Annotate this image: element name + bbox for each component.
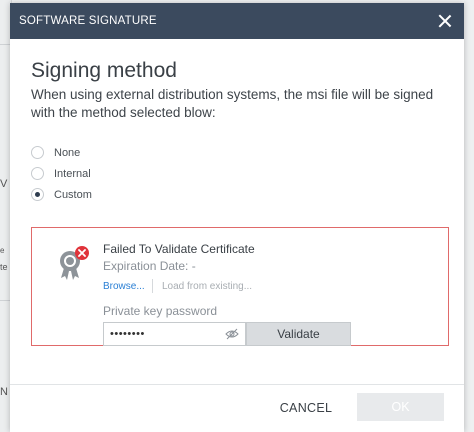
radio-button[interactable] xyxy=(31,167,44,180)
radio-option-internal[interactable]: Internal xyxy=(31,167,91,180)
load-existing-link[interactable]: Load from existing... xyxy=(162,281,252,292)
close-icon[interactable] xyxy=(436,12,454,30)
dialog-footer: CANCEL OK xyxy=(10,384,464,432)
certificate-error-icon xyxy=(60,246,89,280)
certificate-expiration: Expiration Date: - xyxy=(103,259,196,273)
certificate-status: Failed To Validate Certificate xyxy=(103,242,255,256)
radio-option-custom[interactable]: Custom xyxy=(31,188,92,201)
background-right-panel xyxy=(464,0,474,432)
private-key-label: Private key password xyxy=(103,304,218,318)
private-key-password-field[interactable] xyxy=(103,322,246,346)
eye-slash-icon[interactable] xyxy=(225,328,239,340)
background-text-fragment: te xyxy=(0,262,8,272)
radio-label: Internal xyxy=(54,167,91,180)
radio-button-selected[interactable] xyxy=(31,188,44,201)
certificate-panel: Failed To Validate Certificate Expiratio… xyxy=(31,227,449,346)
page-title: Signing method xyxy=(31,59,177,82)
radio-option-none[interactable]: None xyxy=(31,146,80,159)
dialog-titlebar: SOFTWARE SIGNATURE xyxy=(10,3,464,39)
background-text-fragment: N xyxy=(0,386,8,398)
software-signature-dialog: SOFTWARE SIGNATURE Signing method When u… xyxy=(10,3,464,432)
link-divider xyxy=(152,279,153,293)
dialog-title: SOFTWARE SIGNATURE xyxy=(19,15,157,27)
ok-button[interactable]: OK xyxy=(357,393,444,421)
signing-description: When using external distribution systems… xyxy=(31,87,434,120)
radio-button[interactable] xyxy=(31,146,44,159)
private-key-password-input[interactable] xyxy=(110,328,220,340)
validate-button[interactable]: Validate xyxy=(246,322,351,346)
background-text-fragment: V xyxy=(0,178,8,190)
background-text-fragment: e xyxy=(0,246,5,255)
radio-label: Custom xyxy=(54,188,92,201)
browse-link[interactable]: Browse... xyxy=(103,281,145,292)
radio-label: None xyxy=(54,146,81,159)
cancel-button[interactable]: CANCEL xyxy=(271,394,341,422)
